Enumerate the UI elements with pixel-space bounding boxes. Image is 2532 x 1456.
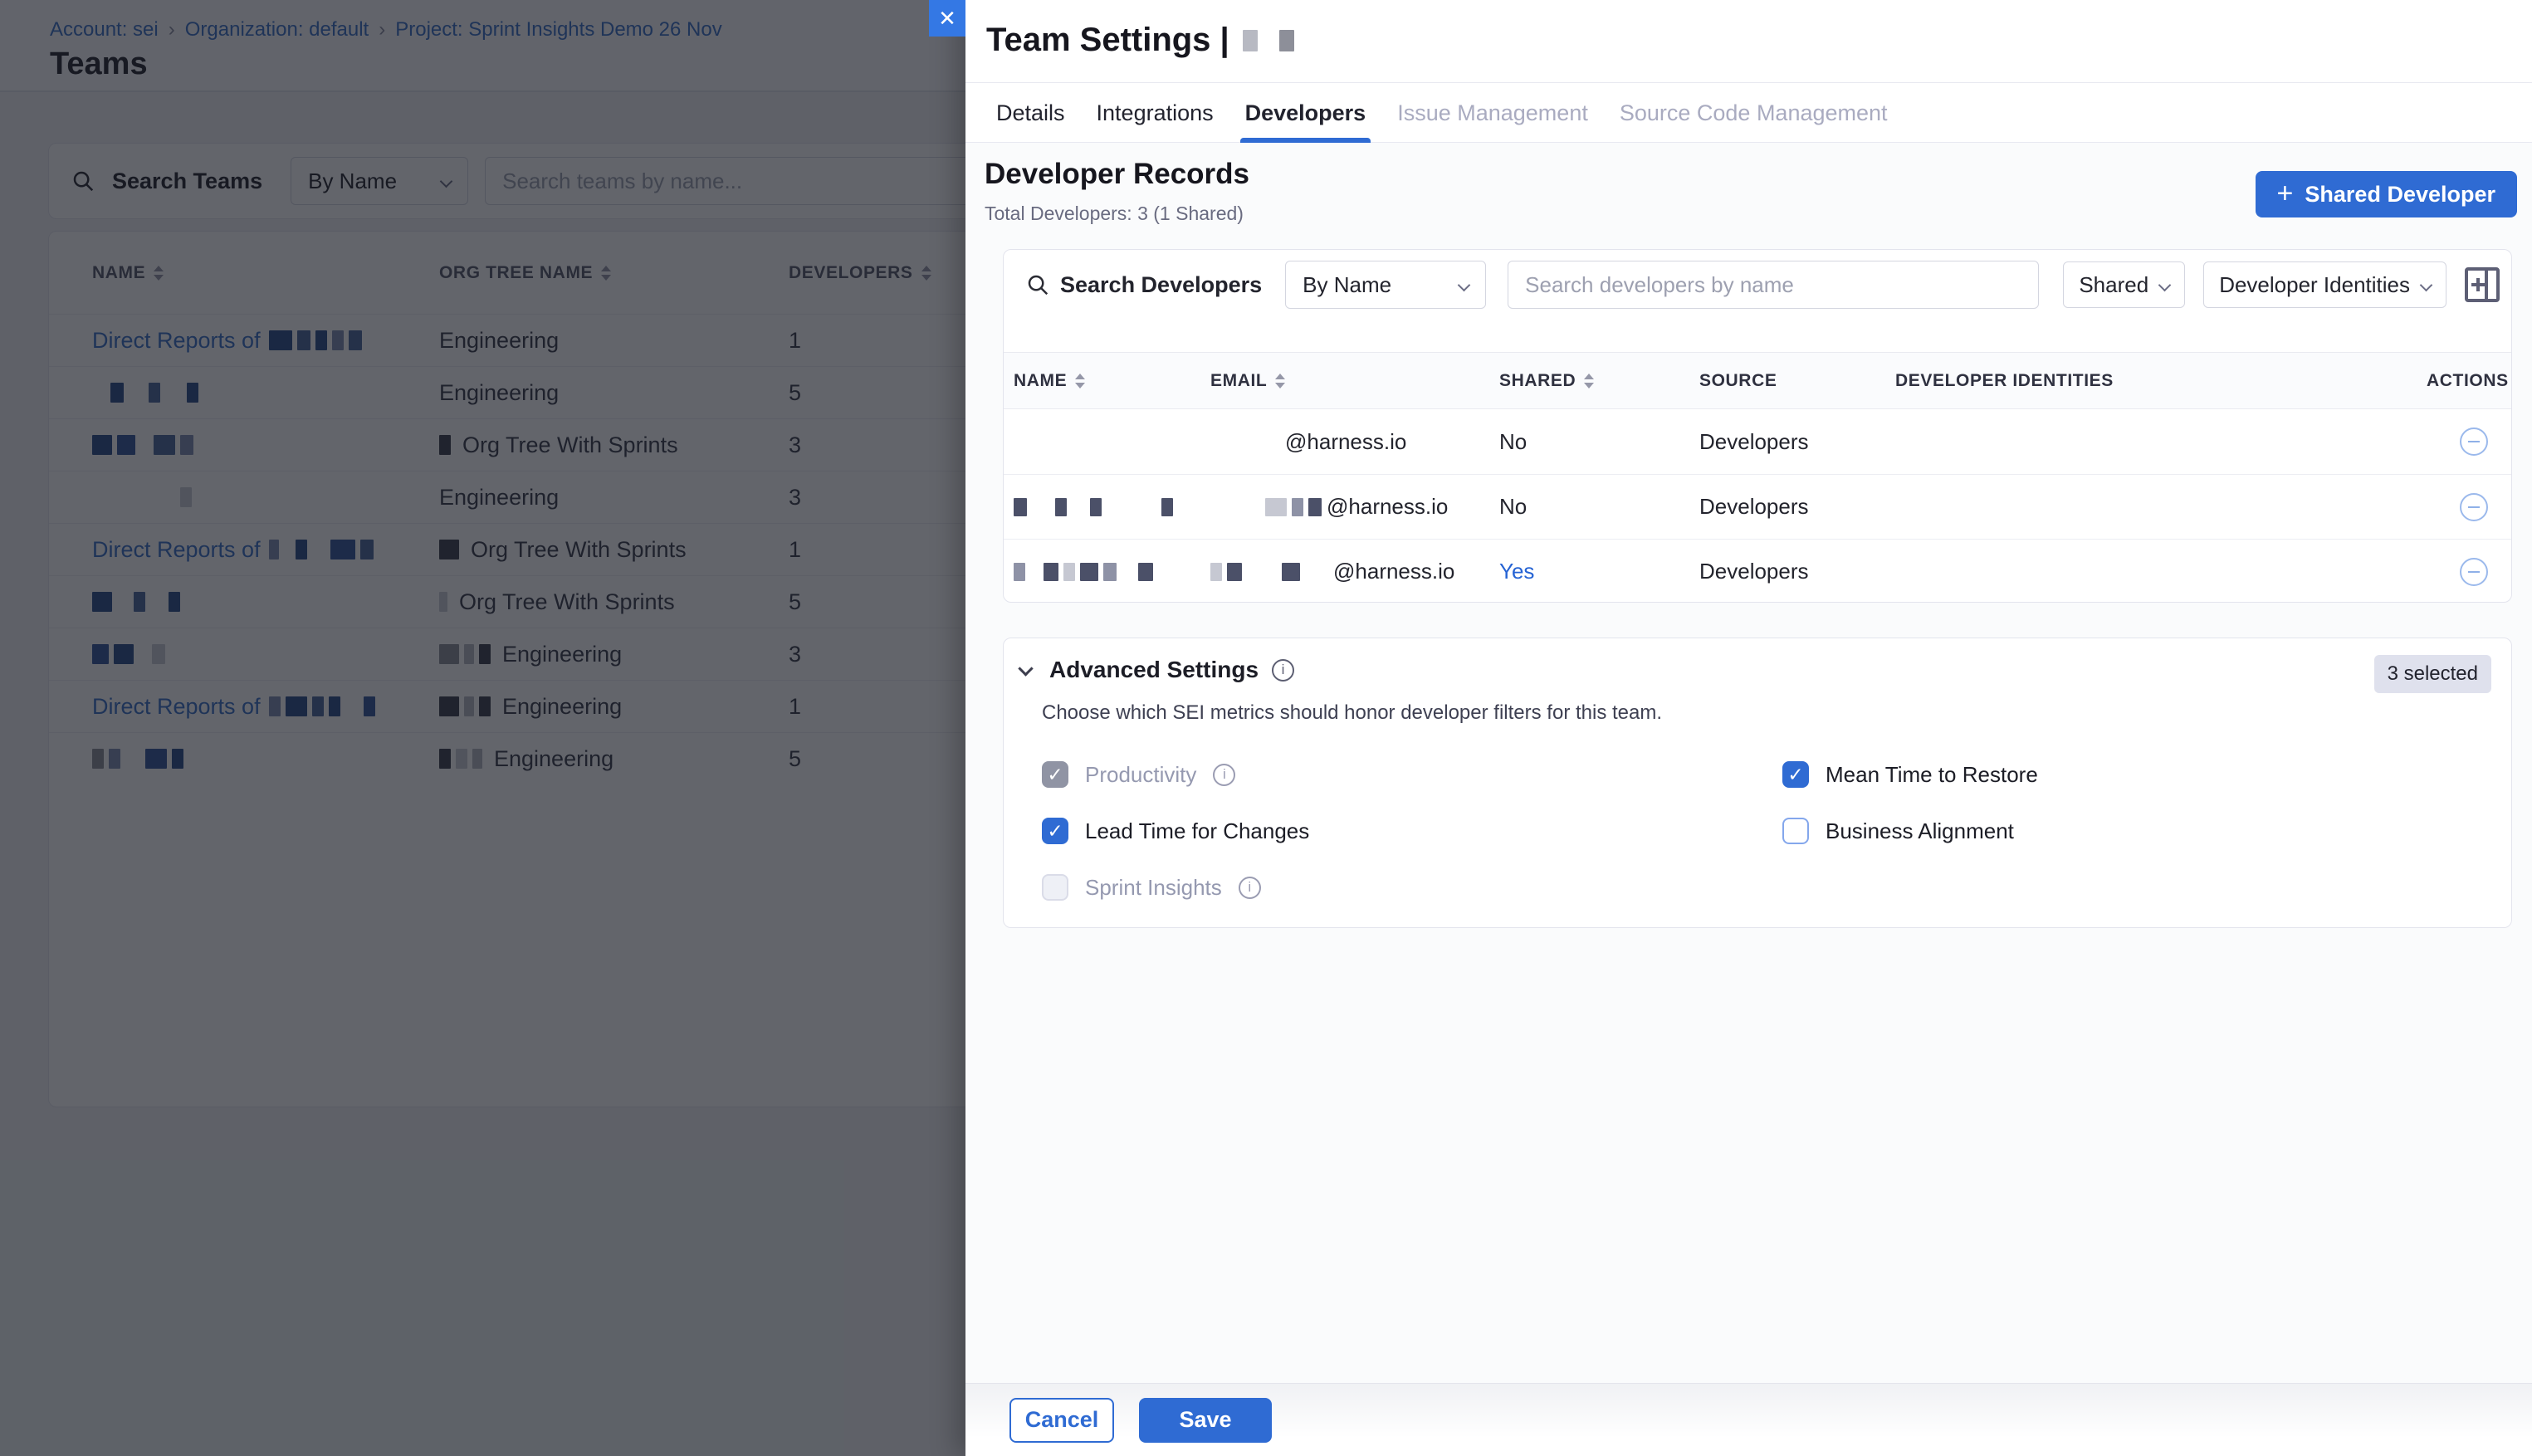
business-alignment-checkbox[interactable] — [1782, 818, 1809, 844]
source-value: Developers — [1699, 494, 1895, 520]
col-shared-label: SHARED — [1499, 371, 1576, 391]
drawer-tabs: Details Integrations Developers Issue Ma… — [996, 83, 1888, 143]
advanced-settings-card: Advanced Settings i 3 selected Choose wh… — [1003, 638, 2512, 928]
developer-table-header: NAME EMAIL SHARED SOURCE DEVELOPER IDENT… — [1004, 352, 2511, 409]
search-by-select[interactable]: By Name — [1285, 261, 1486, 309]
developer-name — [1014, 563, 1210, 581]
col-name-label: NAME — [1014, 371, 1067, 391]
sprint-insights-label: Sprint Insights — [1085, 875, 1222, 901]
redacted-name — [1014, 498, 1178, 516]
info-icon[interactable]: i — [1272, 659, 1294, 682]
remove-developer-button[interactable] — [2460, 493, 2488, 521]
tab-integrations[interactable]: Integrations — [1097, 83, 1214, 143]
checkbox-item-business-alignment: Business Alignment — [1782, 818, 2038, 844]
source-value: Developers — [1699, 559, 1895, 584]
chevron-down-icon — [2158, 278, 2172, 291]
developer-identities-select[interactable]: Developer Identities — [2203, 261, 2446, 308]
email-suffix: @harness.io — [1333, 559, 1454, 584]
shared-value: Yes — [1499, 559, 1699, 584]
team-settings-drawer: Team Settings | Details Integrations Dev… — [965, 0, 2532, 1456]
search-developers-input[interactable] — [1508, 261, 2039, 309]
source-value: Developers — [1699, 429, 1895, 455]
col-email-label: EMAIL — [1210, 371, 1267, 391]
col-source-label: SOURCE — [1699, 371, 1777, 391]
close-icon: ✕ — [938, 6, 956, 31]
shared-developer-button-label: Shared Developer — [2305, 182, 2495, 208]
developer-row: @harness.io Yes Developers — [1004, 539, 2511, 603]
drawer-body: Developer Records Total Developers: 3 (1… — [965, 143, 2532, 1383]
sort-shared-icon[interactable] — [1584, 374, 1594, 388]
productivity-checkbox[interactable]: ✓ — [1042, 761, 1068, 788]
developer-records-title: Developer Records — [985, 158, 1249, 191]
col-actions-label: ACTIONS — [2427, 371, 2509, 391]
business-alignment-label: Business Alignment — [1826, 818, 2014, 844]
shared-value: No — [1499, 429, 1699, 455]
tab-details[interactable]: Details — [996, 83, 1065, 143]
total-developers-text: Total Developers: 3 (1 Shared) — [985, 203, 1244, 225]
sort-email-icon[interactable] — [1275, 374, 1285, 388]
advanced-settings-description: Choose which SEI metrics should honor de… — [1042, 701, 1662, 725]
tab-issue-management: Issue Management — [1397, 83, 1588, 143]
search-by-value: By Name — [1303, 272, 1391, 298]
developer-records-card: Search Developers By Name Shared Devel — [1003, 249, 2512, 603]
redacted-email-prefix — [1210, 498, 1327, 516]
drawer-title: Team Settings | — [986, 22, 1299, 59]
drawer-titlebar: Team Settings | — [965, 0, 2532, 83]
developer-name — [1014, 498, 1210, 516]
developer-identities-value: Developer Identities — [2219, 272, 2410, 298]
mean-time-to-restore-checkbox[interactable]: ✓ — [1782, 761, 1809, 788]
lead-time-label: Lead Time for Changes — [1085, 818, 1309, 844]
redacted-team-title — [1243, 30, 1299, 51]
selected-count-badge: 3 selected — [2374, 655, 2491, 693]
developer-row: @harness.io No Developers — [1004, 409, 2511, 474]
checkbox-item-lead-time: ✓ Lead Time for Changes — [1042, 818, 1309, 844]
shared-value: No — [1499, 494, 1699, 520]
checkbox-item-mean-time-to-restore: ✓ Mean Time to Restore — [1782, 761, 2038, 788]
drawer-title-text: Team Settings | — [986, 22, 1229, 59]
plus-icon: + — [2277, 179, 2294, 208]
mean-time-to-restore-label: Mean Time to Restore — [1826, 762, 2038, 788]
shared-developer-button[interactable]: + Shared Developer — [2256, 171, 2517, 217]
email-suffix: @harness.io — [1327, 494, 1448, 520]
sprint-insights-checkbox[interactable] — [1042, 874, 1068, 901]
developer-row: @harness.io No Developers — [1004, 474, 2511, 539]
drawer-footer: Cancel Save — [965, 1383, 2532, 1456]
redacted-name — [1014, 563, 1158, 581]
checkbox-item-productivity: ✓ Productivity i — [1042, 761, 1309, 788]
shared-filter-select[interactable]: Shared — [2063, 261, 2185, 308]
remove-developer-button[interactable] — [2460, 428, 2488, 456]
sort-name-icon[interactable] — [1075, 374, 1085, 388]
save-button[interactable]: Save — [1139, 1398, 1272, 1443]
search-developers-label: Search Developers — [1060, 272, 1262, 298]
shared-filter-value: Shared — [2079, 272, 2148, 298]
close-button[interactable]: ✕ — [929, 0, 965, 37]
info-icon[interactable]: i — [1213, 764, 1235, 786]
email-suffix: @harness.io — [1285, 429, 1406, 455]
app-root: Account: sei › Organization: default › P… — [0, 0, 2532, 1456]
tab-developers[interactable]: Developers — [1245, 83, 1366, 143]
add-column-icon[interactable] — [2465, 267, 2500, 302]
search-icon — [1025, 272, 1050, 297]
cancel-button[interactable]: Cancel — [1009, 1398, 1114, 1443]
developer-filter-row: Search Developers By Name Shared Devel — [1015, 260, 2500, 310]
lead-time-checkbox[interactable]: ✓ — [1042, 818, 1068, 844]
productivity-label: Productivity — [1085, 762, 1196, 788]
col-identities-label: DEVELOPER IDENTITIES — [1895, 371, 2114, 391]
chevron-down-icon — [1458, 278, 1471, 291]
info-icon[interactable]: i — [1239, 877, 1261, 899]
collapse-chevron-icon[interactable] — [1018, 661, 1033, 676]
redacted-email-prefix — [1210, 432, 1285, 451]
checkbox-item-sprint-insights: Sprint Insights i — [1042, 874, 1309, 901]
tab-source-code-management: Source Code Management — [1620, 83, 1888, 143]
advanced-settings-title[interactable]: Advanced Settings — [1049, 657, 1259, 683]
chevron-down-icon — [2420, 278, 2433, 291]
redacted-email-prefix — [1210, 563, 1333, 581]
remove-developer-button[interactable] — [2460, 558, 2488, 586]
